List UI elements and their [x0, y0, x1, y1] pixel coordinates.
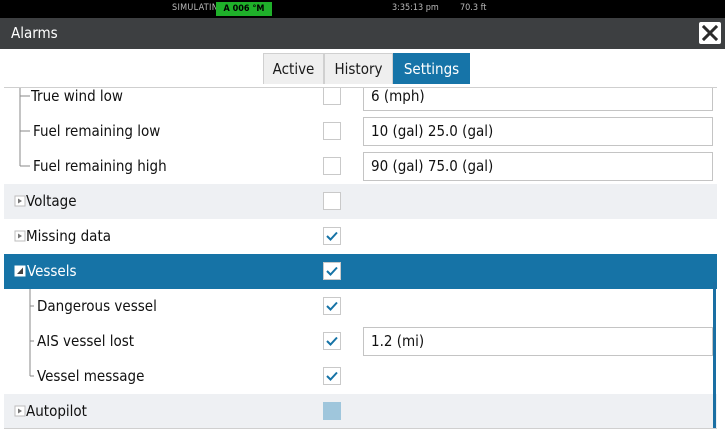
alarm-enable-checkbox[interactable]: [323, 122, 341, 140]
tab-active[interactable]: Active: [263, 53, 324, 84]
list-item-missing-data[interactable]: Missing data: [4, 219, 717, 254]
alarm-enable-checkbox[interactable]: [323, 227, 341, 245]
alarm-enable-checkbox[interactable]: [323, 332, 341, 350]
row-label: Vessels: [27, 262, 77, 280]
row-label: Missing data: [26, 227, 112, 245]
close-button[interactable]: [699, 22, 721, 44]
list-item-dangerous-vessel[interactable]: Dangerous vessel: [4, 289, 717, 324]
list-item-fuel-remaining-high[interactable]: Fuel remaining high 90 (gal) 75.0 (gal): [4, 149, 717, 184]
tree-connector: [19, 114, 30, 149]
tree-connector: [19, 88, 30, 114]
clock-time: 3:35:13 pm: [392, 3, 439, 13]
tab-history[interactable]: History: [324, 53, 393, 84]
checkmark-icon: [326, 266, 338, 276]
row-label: Autopilot: [26, 402, 87, 420]
list-item-vessel-message[interactable]: Vessel message: [4, 359, 717, 394]
tab-bar: Active History Settings: [0, 49, 725, 87]
alarm-threshold-field[interactable]: 10 (gal) 25.0 (gal): [363, 117, 713, 146]
row-label: Fuel remaining low: [33, 122, 161, 140]
list-item-fuel-remaining-low[interactable]: Fuel remaining low 10 (gal) 25.0 (gal): [4, 114, 717, 149]
row-label: AIS vessel lost: [37, 332, 135, 350]
scrollbar[interactable]: [713, 282, 716, 428]
checkmark-icon: [326, 371, 338, 381]
alarm-enable-checkbox-partial[interactable]: [323, 402, 341, 420]
status-bar: SIMULATING... A 006 °M 3:35:13 pm 70.3 f…: [0, 0, 725, 18]
row-label: True wind low: [31, 87, 123, 105]
tree-connector: [19, 149, 30, 167]
depth-readout: 70.3 ft: [460, 3, 487, 13]
row-label: Dangerous vessel: [37, 297, 157, 315]
window-title: Alarms: [11, 24, 58, 42]
heading-badge: A 006 °M: [216, 2, 272, 16]
alarm-threshold-field[interactable]: 6 (mph): [363, 88, 713, 111]
alarm-enable-checkbox[interactable]: [323, 88, 341, 105]
row-label: Voltage: [26, 192, 77, 210]
list-item-vessels[interactable]: Vessels: [4, 254, 717, 289]
alarm-enable-checkbox[interactable]: [323, 262, 341, 280]
window-titlebar: Alarms: [0, 18, 725, 49]
list-bottom-divider: [4, 428, 717, 429]
alarm-enable-checkbox[interactable]: [323, 367, 341, 385]
checkmark-icon: [326, 231, 338, 241]
list-item-ais-vessel-lost[interactable]: AIS vessel lost 1.2 (mi): [4, 324, 717, 359]
alarm-settings-list: True wind low 6 (mph) Fuel remaining low…: [4, 87, 717, 429]
tree-connector: [29, 324, 34, 359]
alarm-enable-checkbox[interactable]: [323, 157, 341, 175]
list-item-true-wind-low[interactable]: True wind low 6 (mph): [4, 87, 717, 114]
tab-settings[interactable]: Settings: [393, 53, 470, 84]
checkmark-icon: [326, 301, 338, 311]
list-item-voltage[interactable]: Voltage: [4, 184, 717, 219]
alarm-threshold-field[interactable]: 90 (gal) 75.0 (gal): [363, 152, 713, 181]
row-label: Vessel message: [37, 367, 145, 385]
tree-connector: [29, 289, 34, 324]
tree-connector: [29, 359, 34, 377]
list-item-autopilot[interactable]: Autopilot: [4, 394, 717, 429]
alarm-enable-checkbox[interactable]: [323, 297, 341, 315]
close-icon: [702, 25, 718, 41]
row-label: Fuel remaining high: [33, 157, 167, 175]
alarm-threshold-field[interactable]: 1.2 (mi): [363, 327, 713, 356]
checkmark-icon: [326, 336, 338, 346]
alarm-enable-checkbox[interactable]: [323, 192, 341, 210]
